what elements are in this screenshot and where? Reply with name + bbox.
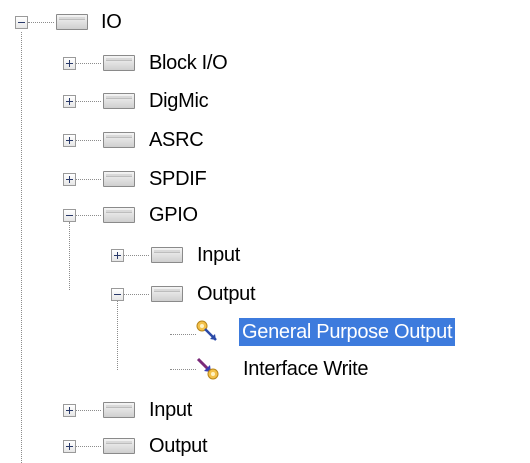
tree-connector: [21, 32, 22, 463]
folder-icon: [103, 438, 135, 454]
tree-node-label: Output: [197, 283, 256, 305]
tree-connector: [170, 334, 196, 335]
tree-connector: [75, 446, 101, 447]
collapse-toggle-icon[interactable]: [15, 16, 28, 29]
tree-connector: [75, 215, 101, 216]
expand-toggle-icon[interactable]: [63, 173, 76, 186]
expand-toggle-icon[interactable]: [63, 134, 76, 147]
tree-node-label: SPDIF: [149, 168, 207, 190]
collapse-toggle-icon[interactable]: [111, 288, 124, 301]
folder-icon: [151, 247, 183, 263]
folder-icon: [103, 93, 135, 109]
tree-node-label: General Purpose Output: [239, 318, 456, 346]
folder-icon: [103, 55, 135, 71]
folder-icon: [56, 14, 88, 30]
tree-node-label: DigMic: [149, 90, 209, 112]
tree-node-label: Interface Write: [243, 358, 369, 380]
tree-connector: [75, 101, 101, 102]
tree-node-label: Output: [149, 435, 208, 457]
tree-connector: [75, 410, 101, 411]
tree-connector: [123, 294, 149, 295]
tree-connector: [123, 255, 149, 256]
expand-toggle-icon[interactable]: [63, 57, 76, 70]
tree-connector: [75, 63, 101, 64]
tree-node-label: ASRC: [149, 129, 204, 151]
expand-toggle-icon[interactable]: [111, 249, 124, 262]
tree-connector: [117, 301, 118, 370]
tree-node-label: IO: [101, 11, 122, 33]
general-purpose-output-icon: [196, 320, 217, 341]
tree-connector: [69, 222, 70, 290]
tree-connector: [28, 22, 54, 23]
io-tree-view[interactable]: IO Block I/O DigMic ASRC SPDIF GPIO Inpu…: [0, 0, 530, 463]
expand-toggle-icon[interactable]: [63, 404, 76, 417]
tree-connector: [75, 140, 101, 141]
expand-toggle-icon[interactable]: [63, 440, 76, 453]
tree-node-label: GPIO: [149, 204, 198, 226]
tree-connector: [170, 369, 196, 370]
collapse-toggle-icon[interactable]: [63, 209, 76, 222]
folder-icon: [151, 286, 183, 302]
tree-node-label: Block I/O: [149, 52, 228, 74]
folder-icon: [103, 132, 135, 148]
tree-node-label: Input: [149, 399, 192, 421]
tree-node-label: Input: [197, 244, 240, 266]
folder-icon: [103, 171, 135, 187]
expand-toggle-icon[interactable]: [63, 95, 76, 108]
interface-write-icon: [196, 357, 219, 380]
folder-icon: [103, 402, 135, 418]
tree-connector: [75, 179, 101, 180]
folder-icon: [103, 207, 135, 223]
